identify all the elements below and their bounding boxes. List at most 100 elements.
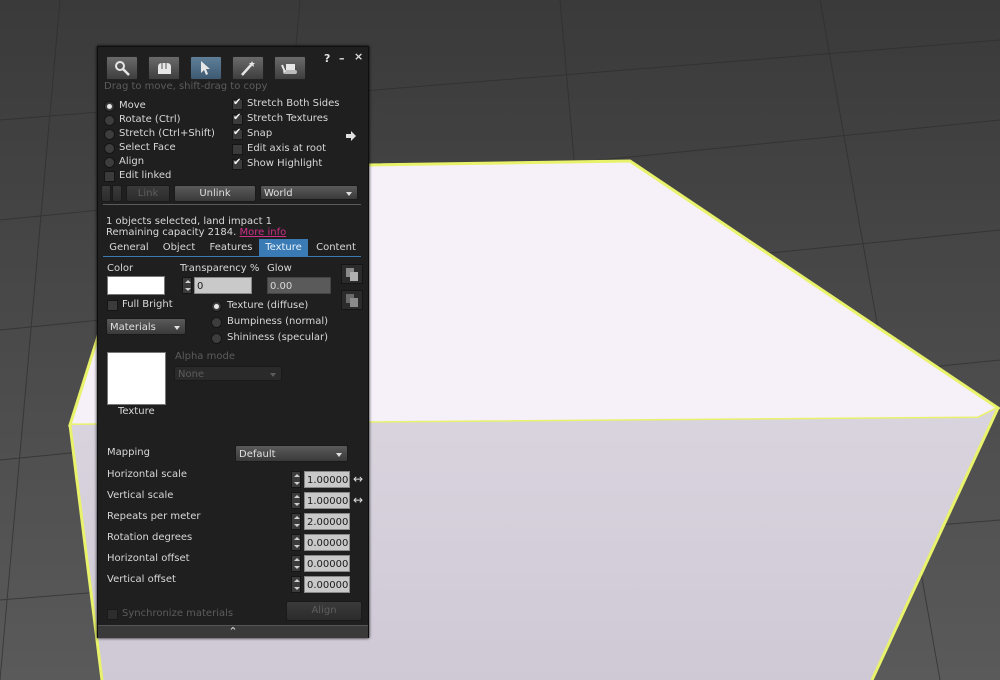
coordinate-system-dropdown[interactable]: World <box>260 185 358 200</box>
horizontal-scale-label: Horizontal scale <box>107 469 188 480</box>
alpha-mode-label: Alpha mode <box>175 351 235 362</box>
magnifier-icon <box>115 61 130 76</box>
build-tools-floater: ? – × Drag to move, shift-drag to copy M… <box>97 46 369 638</box>
focus-tool-button[interactable] <box>106 56 138 80</box>
vertical-scale-spinner[interactable] <box>291 492 301 509</box>
flip-horizontal-icon[interactable]: ↔ <box>351 472 365 486</box>
vertical-scale-label: Vertical scale <box>107 490 174 501</box>
stretch-textures-checkbox[interactable] <box>232 112 243 125</box>
texture-diffuse-radio[interactable] <box>211 301 222 312</box>
glow-label: Glow <box>267 263 292 274</box>
rotate-label: Rotate (Ctrl) <box>119 114 181 125</box>
repeats-per-meter-label: Repeats per meter <box>107 511 201 522</box>
snap-checkbox[interactable] <box>232 127 243 140</box>
link-prev-button[interactable] <box>101 185 111 202</box>
edit-tool-button[interactable] <box>190 56 222 80</box>
select-face-radio[interactable] <box>104 143 115 154</box>
chevron-up-icon: ⌃ <box>228 625 238 638</box>
color-label: Color <box>107 263 134 274</box>
transparency-spinner[interactable] <box>182 277 192 294</box>
repeats-per-meter-input[interactable]: 2.00000 <box>304 513 350 530</box>
stretch-label: Stretch (Ctrl+Shift) <box>119 128 215 139</box>
move-label: Move <box>119 100 146 111</box>
color-swatch[interactable] <box>107 276 165 295</box>
transparency-label: Transparency % <box>180 263 260 274</box>
horizontal-offset-input[interactable]: 0.00000 <box>304 555 350 572</box>
shininess-radio[interactable] <box>211 333 222 344</box>
tab-content[interactable]: Content <box>311 239 361 256</box>
materials-dropdown[interactable]: Materials <box>106 318 186 335</box>
move-radio[interactable] <box>104 101 115 112</box>
tab-general[interactable]: General <box>105 239 153 256</box>
vertical-offset-spinner[interactable] <box>291 576 301 593</box>
divider <box>103 204 361 205</box>
copy-params-button[interactable] <box>341 264 363 284</box>
show-highlight-checkbox[interactable] <box>232 157 243 170</box>
link-next-button[interactable] <box>112 185 122 202</box>
close-button[interactable]: × <box>354 50 363 63</box>
transparency-input[interactable]: 0 <box>194 277 252 294</box>
edit-linked-checkbox[interactable] <box>104 171 115 182</box>
stretch-radio[interactable] <box>104 129 115 140</box>
coordinate-system-value: World <box>264 188 293 199</box>
land-tool-button[interactable] <box>274 56 306 80</box>
vertical-offset-input[interactable]: 0.00000 <box>304 576 350 593</box>
rotation-degrees-label: Rotation degrees <box>107 532 193 543</box>
create-tool-button[interactable] <box>232 56 264 80</box>
glow-input[interactable]: 0.00 <box>267 277 331 294</box>
move-tool-button[interactable] <box>148 56 180 80</box>
tab-features[interactable]: Features <box>205 239 257 256</box>
horizontal-offset-spinner[interactable] <box>291 555 301 572</box>
show-highlight-label: Show Highlight <box>247 158 323 169</box>
selection-info: 1 objects selected, land impact 1 <box>106 216 273 227</box>
rotate-radio[interactable] <box>104 115 115 126</box>
full-bright-label: Full Bright <box>122 299 173 310</box>
select-face-label: Select Face <box>119 142 176 153</box>
more-info-link[interactable]: More info <box>240 227 287 238</box>
snap-options-arrow-icon[interactable] <box>345 130 357 142</box>
edit-axis-root-checkbox[interactable] <box>232 144 243 155</box>
help-button[interactable]: ? <box>324 52 330 65</box>
texture-diffuse-label: Texture (diffuse) <box>227 300 309 311</box>
remaining-capacity: Remaining capacity 2184. <box>106 227 237 238</box>
alpha-mode-dropdown[interactable]: None <box>174 366 282 381</box>
bumpiness-radio[interactable] <box>211 317 222 328</box>
rotation-degrees-spinner[interactable] <box>291 534 301 551</box>
tab-underline <box>103 256 361 257</box>
stretch-both-sides-checkbox[interactable] <box>232 97 243 110</box>
repeats-per-meter-spinner[interactable] <box>291 513 301 530</box>
edit-axis-root-label: Edit axis at root <box>247 143 327 154</box>
shininess-label: Shininess (specular) <box>227 332 329 343</box>
texture-picker[interactable] <box>107 352 166 405</box>
pointer-arrow-icon <box>201 61 210 75</box>
paste-params-button[interactable] <box>341 290 363 310</box>
mapping-value: Default <box>239 449 276 460</box>
sync-materials-checkbox[interactable] <box>107 609 118 620</box>
rotation-degrees-input[interactable]: 0.00000 <box>304 534 350 551</box>
bulldozer-icon <box>281 64 297 74</box>
tab-texture[interactable]: Texture <box>259 239 308 256</box>
vertical-scale-input[interactable]: 1.00000 <box>304 492 350 509</box>
flip-vertical-icon[interactable]: ↔ <box>351 493 365 507</box>
sync-materials-label: Synchronize materials <box>122 608 234 619</box>
capacity-line: Remaining capacity 2184. More info <box>106 227 286 238</box>
paste-icon <box>346 294 358 307</box>
drag-hint: Drag to move, shift-drag to copy <box>104 81 268 92</box>
stretch-textures-label: Stretch Textures <box>247 113 329 124</box>
horizontal-scale-input[interactable]: 1.00000 <box>304 471 350 488</box>
expand-toggle[interactable]: ⌃ <box>98 625 368 638</box>
align-label: Align <box>119 156 145 167</box>
copy-icon <box>346 268 358 281</box>
tab-object[interactable]: Object <box>156 239 202 256</box>
link-button[interactable]: Link <box>126 185 170 202</box>
mapping-dropdown[interactable]: Default <box>235 445 348 462</box>
edit-linked-label: Edit linked <box>119 170 172 181</box>
horizontal-scale-spinner[interactable] <box>291 471 301 488</box>
unlink-button[interactable]: Unlink <box>174 185 256 202</box>
vertical-offset-label: Vertical offset <box>107 574 176 585</box>
align-button[interactable]: Align <box>286 601 362 621</box>
align-radio[interactable] <box>104 157 115 168</box>
snap-label: Snap <box>247 128 273 139</box>
full-bright-checkbox[interactable] <box>107 300 118 311</box>
minimize-button[interactable]: – <box>339 52 345 65</box>
